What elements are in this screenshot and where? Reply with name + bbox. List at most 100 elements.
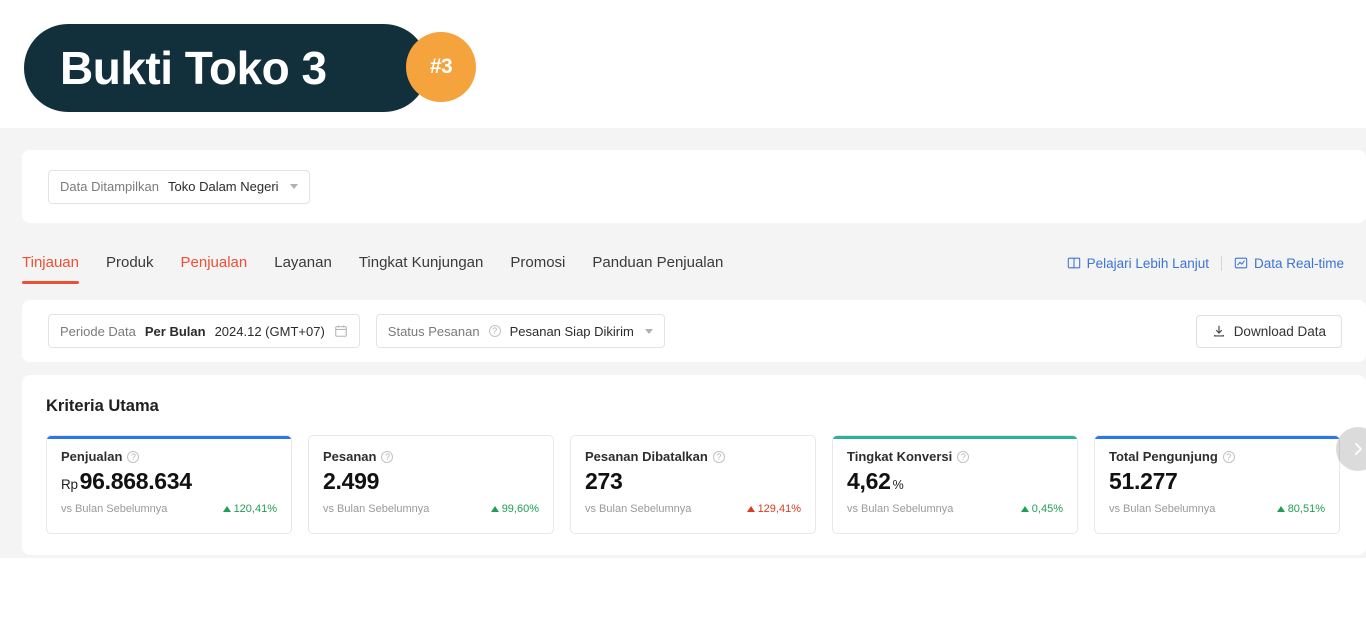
period-label: Periode Data [60,323,136,339]
period-granularity: Per Bulan [144,323,206,339]
compare-label: vs Bulan Sebelumnya [1109,502,1216,515]
period-value: 2024.12 (GMT+07) [214,323,325,339]
card-value: 51.277 [1109,469,1325,494]
data-scope-label: Data Ditampilkan [60,179,159,194]
question-icon[interactable]: ? [1222,450,1235,463]
header-banner: Bukti Toko 3 #3 [0,0,1366,128]
question-icon[interactable]: ? [127,450,140,463]
question-icon[interactable]: ? [381,450,394,463]
delta-badge: 99,60% [490,502,539,515]
card-value: 2.499 [323,469,539,494]
value-number: 273 [585,468,623,494]
value-number: 2.499 [323,468,380,494]
card-footer: vs Bulan Sebelumnya 80,51% [1109,503,1325,515]
chart-icon [1234,256,1248,270]
triangle-up-icon [222,505,231,512]
dashboard-page: Data Ditampilkan Toko Dalam Negeri Tinja… [0,128,1366,558]
tab-tinjauan[interactable]: Tinjauan [22,254,79,284]
metric-card-penjualan[interactable]: Penjualan ? Rp 96.868.634 vs Bulan Sebel… [46,435,292,534]
section-nav: Tinjauan Produk Penjualan Layanan Tingka… [0,238,1366,288]
metric-card-total-pengunjung[interactable]: Total Pengunjung ? 51.277 vs Bulan Sebel… [1094,435,1340,534]
value-number: 51.277 [1109,468,1178,494]
book-icon [1067,256,1081,270]
nav-divider [1220,255,1222,271]
download-icon [1212,324,1226,338]
order-status-value: Pesanan Siap Dikirim [509,323,634,339]
period-filter[interactable]: Periode Data Per Bulan 2024.12 (GMT+07) [48,314,360,348]
nav-utility-links: Pelajari Lebih Lanjut Data Real-time [1067,255,1344,271]
triangle-up-icon [490,505,499,512]
triangle-up-icon [746,505,755,512]
filters-panel: Periode Data Per Bulan 2024.12 (GMT+07) … [22,300,1366,362]
delta-value: 129,41% [757,502,801,515]
card-title: Pesanan [323,449,377,464]
delta-value: 0,45% [1031,502,1063,515]
metric-card-pesanan[interactable]: Pesanan ? 2.499 vs Bulan Sebelumnya 99,6… [308,435,554,534]
delta-value: 99,60% [501,502,539,515]
compare-label: vs Bulan Sebelumnya [61,502,168,515]
card-header: Tingkat Konversi ? [847,449,1063,464]
metric-card-list: Penjualan ? Rp 96.868.634 vs Bulan Sebel… [46,435,1342,534]
value-number: 96.868.634 [79,468,192,494]
currency-prefix: Rp [61,477,78,492]
nav-tab-list: Tinjauan Produk Penjualan Layanan Tingka… [22,254,723,284]
card-footer: vs Bulan Sebelumnya 120,41% [61,503,277,515]
question-icon[interactable]: ? [957,450,970,463]
banner-pill: Bukti Toko 3 [24,24,428,112]
triangle-up-icon [1020,505,1029,512]
card-header: Total Pengunjung ? [1109,449,1325,464]
tab-penjualan[interactable]: Penjualan [181,254,248,273]
data-scope-select[interactable]: Data Ditampilkan Toko Dalam Negeri [48,169,310,204]
compare-label: vs Bulan Sebelumnya [323,502,430,515]
banner-title: Bukti Toko 3 [60,42,327,94]
compare-label: vs Bulan Sebelumnya [585,502,692,515]
value-unit: % [892,478,904,492]
data-scope-value: Toko Dalam Negeri [168,179,279,194]
value-number: 4,62 [847,468,891,494]
realtime-data-link[interactable]: Data Real-time [1234,256,1344,271]
delta-badge: 120,41% [222,502,277,515]
download-data-button[interactable]: Download Data [1195,314,1342,348]
delta-value: 120,41% [233,502,277,515]
tab-panduan-penjualan[interactable]: Panduan Penjualan [592,254,723,273]
card-value: 4,62 % [847,469,1063,494]
delta-badge: 80,51% [1276,502,1325,515]
card-value: Rp 96.868.634 [61,469,277,494]
chevron-down-icon [289,184,298,189]
delta-badge: 129,41% [746,502,801,515]
triangle-up-icon [1276,505,1285,512]
download-data-label: Download Data [1233,323,1326,339]
delta-value: 80,51% [1287,502,1325,515]
question-icon[interactable]: ? [712,450,725,463]
order-status-label: Status Pesanan [387,323,480,339]
metric-card-tingkat-konversi[interactable]: Tingkat Konversi ? 4,62 % vs Bulan Sebel… [832,435,1078,534]
page-title: Kriteria Utama [46,397,159,415]
metric-card-pesanan-dibatalkan[interactable]: Pesanan Dibatalkan ? 273 vs Bulan Sebelu… [570,435,816,534]
compare-label: vs Bulan Sebelumnya [847,502,954,515]
question-icon[interactable]: ? [488,325,501,337]
tab-produk[interactable]: Produk [106,254,154,273]
data-scope-panel: Data Ditampilkan Toko Dalam Negeri [22,150,1366,223]
tab-promosi[interactable]: Promosi [510,254,565,273]
order-status-filter[interactable]: Status Pesanan ? Pesanan Siap Dikirim [375,314,665,348]
tab-tingkat-kunjungan[interactable]: Tingkat Kunjungan [359,254,484,273]
card-title: Penjualan [61,449,123,464]
kriteria-utama-panel: Kriteria Utama Penjualan ? Rp 96.868.634… [22,375,1366,555]
tab-layanan[interactable]: Layanan [274,254,332,273]
realtime-data-label: Data Real-time [1253,255,1344,271]
chevron-down-icon [644,328,653,334]
learn-more-label: Pelajari Lebih Lanjut [1086,255,1209,271]
chevron-right-icon [1349,440,1366,458]
delta-badge: 0,45% [1020,502,1063,515]
card-title: Tingkat Konversi [847,449,953,464]
card-title: Total Pengunjung [1109,449,1218,464]
banner-rank-badge: #3 [406,32,476,102]
card-title: Pesanan Dibatalkan [585,449,708,464]
card-value: 273 [585,469,801,494]
card-footer: vs Bulan Sebelumnya 0,45% [847,503,1063,515]
learn-more-link[interactable]: Pelajari Lebih Lanjut [1067,256,1209,271]
card-header: Pesanan Dibatalkan ? [585,449,801,464]
card-header: Penjualan ? [61,449,277,464]
calendar-icon[interactable] [334,324,348,338]
card-header: Pesanan ? [323,449,539,464]
